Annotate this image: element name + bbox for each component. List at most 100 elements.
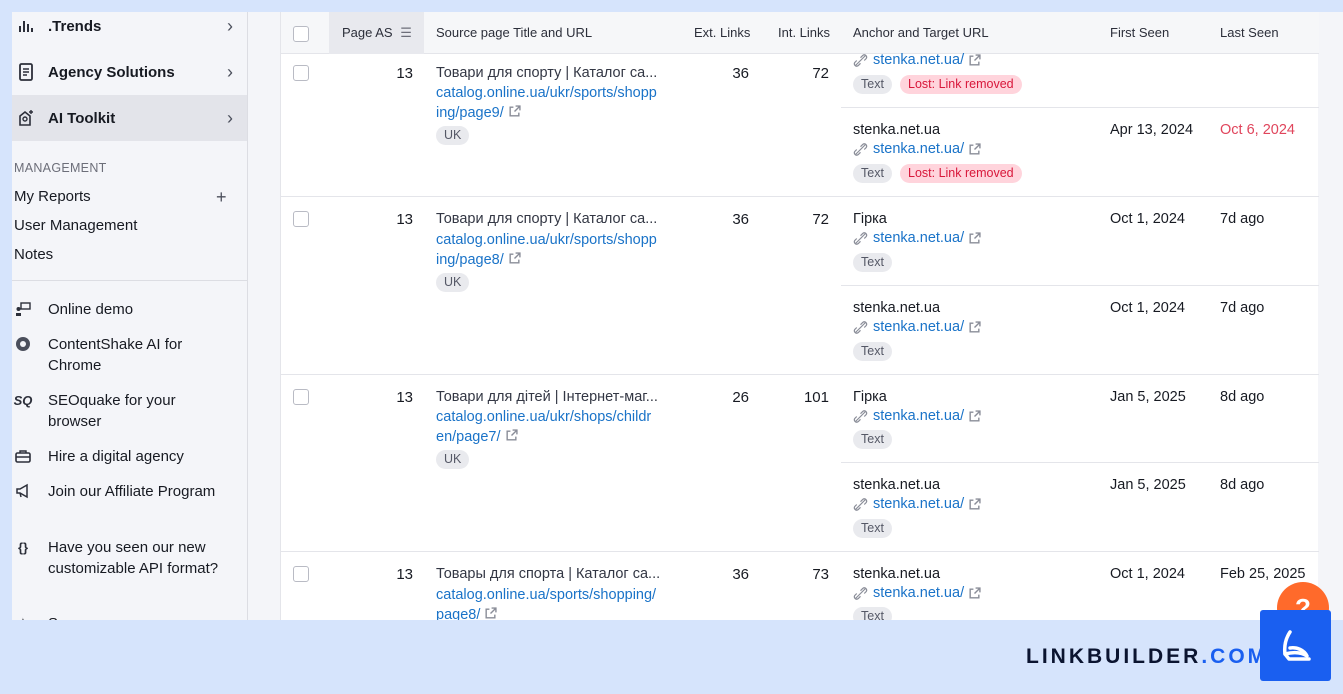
sidebar-item-contentshake[interactable]: ContentShake AI for Chrome [12, 334, 247, 378]
sidebar-item-agency-solutions[interactable]: Agency Solutions › [12, 49, 247, 95]
add-report-button[interactable]: + [216, 187, 227, 208]
first-seen-date: Apr 13, 2024 [1110, 122, 1194, 138]
sidebar-divider [12, 280, 247, 281]
external-link-icon [485, 607, 497, 619]
target-url: stenka.net.ua/ [873, 496, 965, 512]
col-ext-links[interactable]: Ext. Links [694, 25, 750, 40]
external-link-icon [509, 105, 521, 117]
col-page-as[interactable]: Page AS ☰ [342, 25, 412, 41]
link-type-badge: Text [853, 519, 892, 538]
sidebar-item-hire-agency[interactable]: Hire a digital agency [12, 446, 247, 468]
source-url-link[interactable]: catalog.online.ua/ukr/shops/childr en/pag… [436, 407, 676, 447]
seoquake-icon: SQ [13, 392, 33, 408]
target-url-link[interactable]: stenka.net.ua/ [853, 408, 981, 424]
ext-links-value: 36 [732, 566, 749, 583]
external-link-icon [969, 320, 981, 333]
row-checkbox[interactable] [293, 65, 309, 81]
page-as-value: 13 [396, 211, 413, 228]
last-seen-date: 7d ago [1220, 300, 1265, 316]
target-url: stenka.net.ua/ [873, 230, 965, 246]
sidebar-item-api-format[interactable]: {} Have you seen our new customizable AP… [12, 537, 247, 603]
external-link-icon [505, 429, 518, 441]
sidebar-item-label: ContentShake AI for Chrome [48, 336, 183, 374]
sidebar-item-my-reports[interactable]: My Reports [14, 188, 91, 205]
source-url-line2: ing/page9/ [436, 105, 504, 121]
api-braces-icon: {} [17, 539, 29, 555]
star-icon: ✦ [14, 614, 32, 620]
brand-name: LINKBUILDER [1026, 645, 1202, 668]
sidebar-item-affiliate[interactable]: Join our Affiliate Program [12, 481, 247, 525]
target-url-link[interactable]: stenka.net.ua/ [853, 141, 981, 157]
col-anchor[interactable]: Anchor and Target URL [853, 25, 989, 40]
link-broken-icon [853, 497, 868, 511]
source-url-link[interactable]: catalog.online.ua/ukr/sports/shopp ing/pa… [436, 230, 676, 270]
sidebar-item-user-management[interactable]: User Management [14, 217, 137, 234]
subrow-divider [841, 285, 1319, 286]
external-link-icon [969, 497, 981, 510]
sidebar-item-label: Online demo [48, 301, 134, 318]
chrome-icon [14, 335, 32, 353]
row-checkbox[interactable] [293, 566, 309, 582]
sidebar-item-notes[interactable]: Notes [14, 246, 53, 263]
source-url-line2: page8/ [436, 607, 481, 620]
bar-chart-icon [16, 16, 36, 36]
source-url-line1: catalog.online.ua/ukr/sports/shopp [436, 85, 657, 101]
first-seen-date: Oct 1, 2024 [1110, 566, 1185, 582]
sidebar-item-label: SEOquake for your browser [48, 392, 176, 430]
source-title: Товары для спорта | Каталог са... [436, 566, 661, 582]
first-seen-date: Oct 1, 2024 [1110, 300, 1185, 316]
int-links-value: 73 [812, 566, 829, 583]
brand-dot: . [1201, 645, 1211, 668]
sort-icon: ☰ [400, 25, 412, 40]
ext-links-value: 36 [732, 65, 749, 82]
table-header: Page AS ☰ Source page Title and URL Ext.… [281, 12, 1319, 54]
link-broken-icon [853, 231, 868, 245]
megaphone-icon [14, 482, 32, 500]
link-broken-icon [853, 409, 868, 423]
sidebar-item-online-demo[interactable]: Online demo [12, 299, 247, 321]
anchor-text: stenka.net.ua [853, 122, 941, 138]
row-checkbox[interactable] [293, 389, 309, 405]
row-divider [281, 551, 1319, 552]
int-links-value: 72 [812, 65, 829, 82]
target-url-link[interactable]: stenka.net.ua/ [853, 585, 981, 601]
backlinks-table: Page AS ☰ Source page Title and URL Ext.… [280, 12, 1319, 620]
target-url: stenka.net.ua/ [873, 319, 965, 335]
link-broken-icon [853, 53, 868, 67]
col-page-as-label: Page AS [342, 25, 393, 40]
sidebar-item-ai-toolkit[interactable]: AI Toolkit › [12, 95, 247, 141]
select-all-checkbox[interactable] [293, 26, 309, 42]
page-as-value: 13 [396, 566, 413, 583]
sidebar-item-more[interactable]: ✦ S [12, 613, 247, 620]
row-checkbox[interactable] [293, 211, 309, 227]
col-last-seen[interactable]: Last Seen [1220, 25, 1279, 40]
target-url-link[interactable]: stenka.net.ua/ [853, 496, 981, 512]
source-url-link[interactable]: catalog.online.ua/sports/shopping/page8/ [436, 585, 676, 620]
col-first-seen[interactable]: First Seen [1110, 25, 1169, 40]
link-type-badge: Text [853, 75, 892, 94]
col-source[interactable]: Source page Title and URL [436, 25, 592, 40]
page-as-value: 13 [396, 65, 413, 82]
page-as-value: 13 [396, 389, 413, 406]
ext-links-value: 26 [732, 389, 749, 406]
int-links-value: 101 [803, 389, 829, 406]
link-type-badge: Text [853, 342, 892, 361]
last-seen-date: 8d ago [1220, 477, 1265, 493]
target-url-link[interactable]: stenka.net.ua/ [853, 230, 981, 246]
link-type-badge: Text [853, 253, 892, 272]
col-int-links[interactable]: Int. Links [778, 25, 830, 40]
sidebar-item-seoquake[interactable]: SQ SEOquake for your browser [12, 390, 247, 434]
last-seen-date: 7d ago [1220, 211, 1265, 227]
int-links-value: 72 [812, 211, 829, 228]
sidebar-item-label: Join our Affiliate Program [48, 483, 216, 500]
source-title: Товари для спорту | Каталог са... [436, 65, 658, 81]
sidebar-item-label: S [48, 613, 228, 620]
sidebar-item-trends[interactable]: .Trends › [12, 12, 247, 49]
lost-status-badge: Lost: Link removed [900, 75, 1022, 94]
anchor-text: Гірка [853, 211, 887, 227]
target-url-link[interactable]: stenka.net.ua/ [853, 319, 981, 335]
row-divider [281, 196, 1319, 197]
chevron-right-icon: › [227, 61, 233, 82]
source-url-link[interactable]: catalog.online.ua/ukr/sports/shopp ing/pa… [436, 83, 676, 123]
target-url-link[interactable]: stenka.net.ua/ [853, 52, 981, 68]
